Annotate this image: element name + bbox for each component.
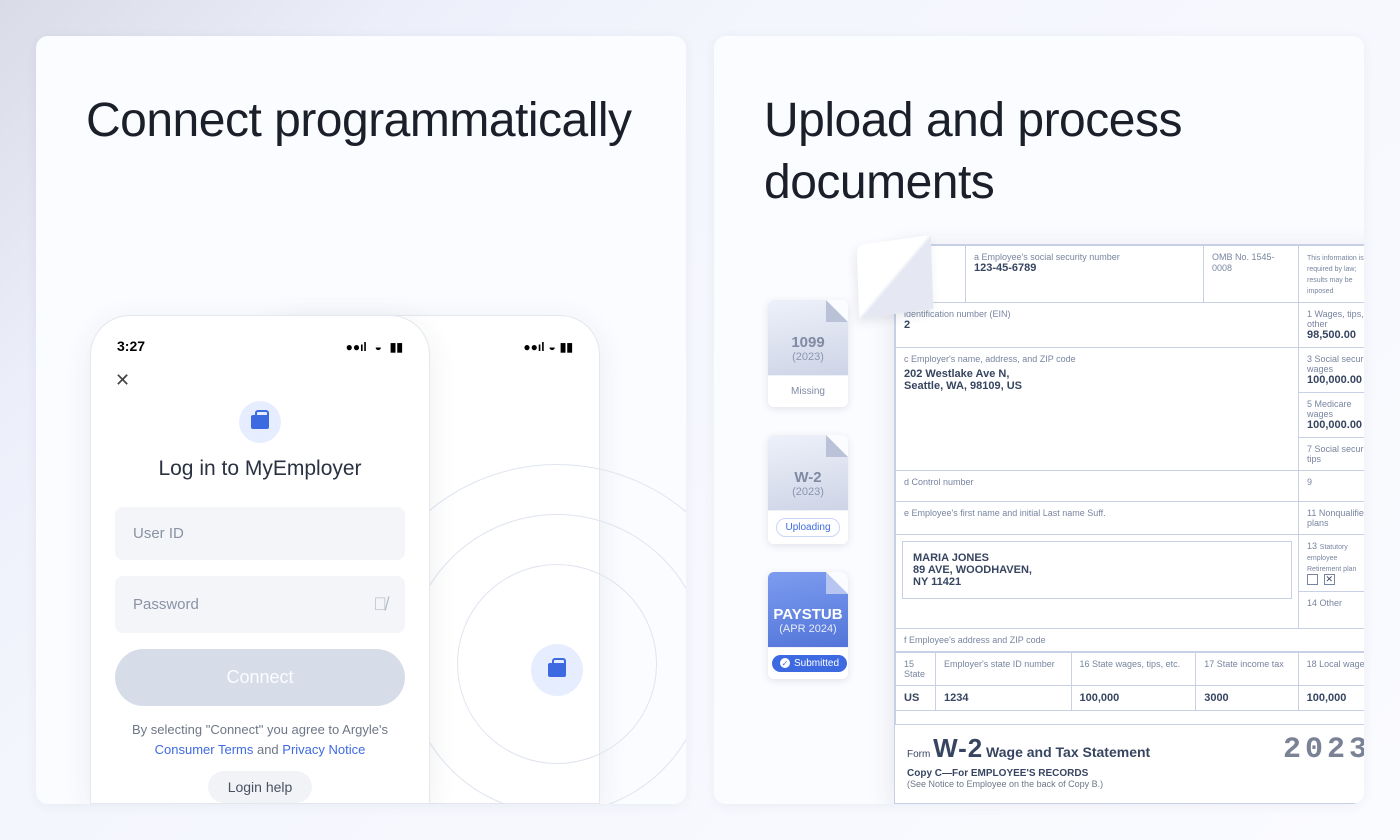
checkbox-icon	[1307, 574, 1318, 585]
upload-heading: Upload and process documents	[764, 90, 1314, 215]
page-curl-icon	[857, 235, 934, 319]
consumer-terms-link[interactable]: Consumer Terms	[155, 742, 254, 757]
doc-year: (2023)	[768, 351, 848, 363]
check-icon: ✓	[780, 658, 790, 668]
checkbox-checked-icon	[1324, 574, 1335, 585]
documents-area: 1099 (2023) Missing W-2 (2023) Uploading…	[768, 264, 1364, 804]
dog-ear-icon	[826, 300, 848, 322]
doc-name: 1099	[768, 334, 848, 351]
wifi-icon: ◒	[375, 340, 382, 354]
employer-logo	[239, 401, 281, 443]
w2-footer: 2023 Form W-2 Wage and Tax Statement Cop…	[895, 725, 1364, 803]
login-help-button[interactable]: Login help	[208, 771, 313, 803]
doc-tile-paystub[interactable]: PAYSTUB (APR 2024) ✓Submitted	[768, 572, 848, 679]
doc-name: W-2	[768, 469, 848, 486]
dog-ear-icon	[826, 572, 848, 594]
briefcase-icon	[531, 644, 583, 696]
battery-icon: ▮▮	[390, 340, 403, 354]
dog-ear-icon	[826, 435, 848, 457]
briefcase-icon	[251, 415, 269, 429]
connect-card: Connect programmatically 3:27 ●●ıl ◒ ▮▮ …	[36, 36, 686, 804]
userid-field[interactable]: User ID	[115, 507, 405, 560]
login-title: Log in to MyEmployer	[103, 457, 417, 481]
eye-off-icon[interactable]: 👁̸	[374, 594, 388, 615]
close-icon[interactable]: ✕	[103, 364, 417, 395]
upload-card: Upload and process documents 1099 (2023)…	[714, 36, 1364, 804]
status-icons: ●●ıl ◒ ▮▮	[342, 338, 403, 354]
doc-year: (APR 2024)	[768, 623, 848, 635]
doc-tile-w2[interactable]: W-2 (2023) Uploading	[768, 435, 848, 544]
status-missing: Missing	[783, 383, 833, 400]
signal-icon: ●●ıl	[346, 340, 367, 354]
doc-tile-1099[interactable]: 1099 (2023) Missing	[768, 300, 848, 407]
status-uploading: Uploading	[776, 518, 839, 537]
password-field[interactable]: Password 👁̸	[115, 576, 405, 633]
doc-year: (2023)	[768, 486, 848, 498]
connect-button[interactable]: Connect	[115, 649, 405, 706]
phone-mockups: 3:27 ●●ıl ◒ ▮▮ ✕ Log in to MyEmployer Us…	[90, 315, 600, 804]
doc-tile-stack: 1099 (2023) Missing W-2 (2023) Uploading…	[768, 264, 848, 679]
privacy-notice-link[interactable]: Privacy Notice	[282, 742, 365, 757]
phone-time: 3:27	[117, 338, 145, 354]
w2-year: 2023	[1283, 733, 1364, 767]
phone-front: 3:27 ●●ıl ◒ ▮▮ ✕ Log in to MyEmployer Us…	[90, 315, 430, 804]
w2-document: 22 a Employee's social security number12…	[894, 244, 1364, 804]
status-submitted: ✓Submitted	[772, 655, 847, 672]
phone-statusbar: 3:27 ●●ıl ◒ ▮▮	[103, 334, 417, 364]
disclosure-text: By selecting "Connect" you agree to Argy…	[121, 720, 399, 759]
password-placeholder: Password	[133, 596, 199, 613]
doc-name: PAYSTUB	[768, 606, 848, 623]
connect-heading: Connect programmatically	[86, 90, 636, 152]
userid-placeholder: User ID	[133, 525, 184, 542]
